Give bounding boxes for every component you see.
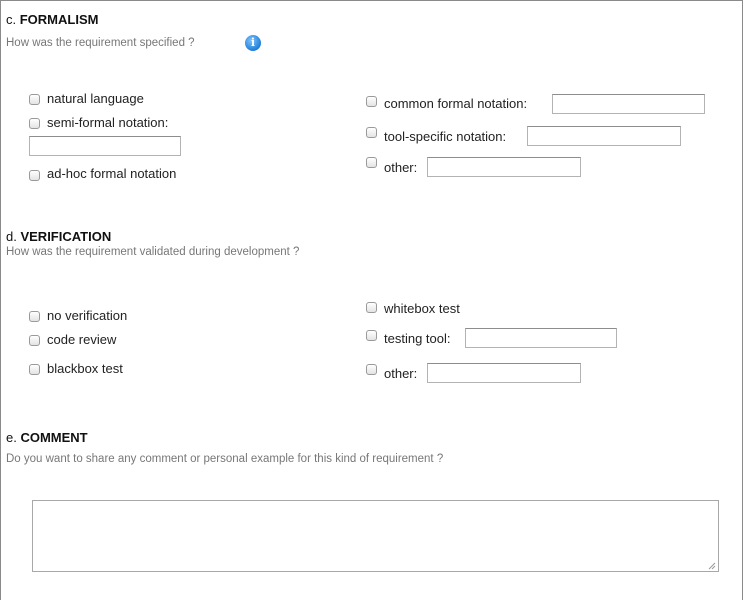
comment-textarea[interactable] (32, 500, 719, 572)
formalism-question-text: How was the requirement specified ? (6, 37, 195, 49)
comment-letter: e. (6, 430, 21, 445)
common-formal-input[interactable] (552, 94, 705, 114)
verification-question-text: How was the requirement validated during… (6, 246, 300, 258)
label-blackbox: blackbox test (47, 361, 123, 376)
label-semi-formal: semi-formal notation: (47, 115, 169, 130)
resize-grip-icon[interactable] (708, 562, 716, 570)
checkbox-common-formal[interactable] (366, 96, 377, 107)
verification-heading: d. VERIFICATION (6, 229, 111, 244)
checkbox-adhoc[interactable] (29, 170, 40, 181)
comment-question-text: Do you want to share any comment or pers… (6, 453, 444, 465)
checkbox-tool-specific[interactable] (366, 127, 377, 138)
label-adhoc: ad-hoc formal notation (47, 166, 177, 181)
verification-other-input[interactable] (427, 363, 581, 383)
label-no-verification: no verification (47, 308, 128, 323)
info-icon[interactable]: i (245, 35, 261, 51)
label-testing-tool: testing tool: (384, 331, 451, 346)
testing-tool-input[interactable] (465, 328, 617, 348)
checkbox-natural-language[interactable] (29, 94, 40, 105)
formalism-other-input[interactable] (427, 157, 581, 177)
comment-heading: e. COMMENT (6, 430, 88, 445)
checkbox-no-verification[interactable] (29, 311, 40, 322)
formalism-question: How was the requirement specified ? (6, 37, 195, 49)
label-natural-language: natural language (47, 91, 144, 106)
comment-title: COMMENT (20, 430, 88, 445)
comment-question: Do you want to share any comment or pers… (6, 453, 443, 465)
checkbox-semi-formal[interactable] (29, 118, 40, 129)
verification-question: How was the requirement validated during… (6, 246, 299, 258)
label-formalism-other: other: (384, 160, 418, 175)
verification-letter: d. (6, 229, 21, 244)
label-common-formal: common formal notation: (384, 96, 528, 111)
checkbox-formalism-other[interactable] (366, 157, 377, 168)
checkbox-blackbox[interactable] (29, 364, 40, 375)
verification-title: VERIFICATION (20, 229, 112, 244)
tool-specific-input[interactable] (527, 126, 681, 146)
checkbox-code-review[interactable] (29, 335, 40, 346)
formalism-heading: c. FORMALISM (6, 12, 98, 27)
semi-formal-input[interactable] (29, 136, 181, 156)
label-verification-other: other: (384, 366, 418, 381)
checkbox-whitebox[interactable] (366, 302, 377, 313)
formalism-title: FORMALISM (19, 12, 99, 27)
label-whitebox: whitebox test (384, 301, 460, 316)
formalism-letter: c. (6, 12, 20, 27)
checkbox-testing-tool[interactable] (366, 330, 377, 341)
checkbox-verification-other[interactable] (366, 364, 377, 375)
label-code-review: code review (47, 332, 117, 347)
label-tool-specific: tool-specific notation: (384, 129, 507, 144)
